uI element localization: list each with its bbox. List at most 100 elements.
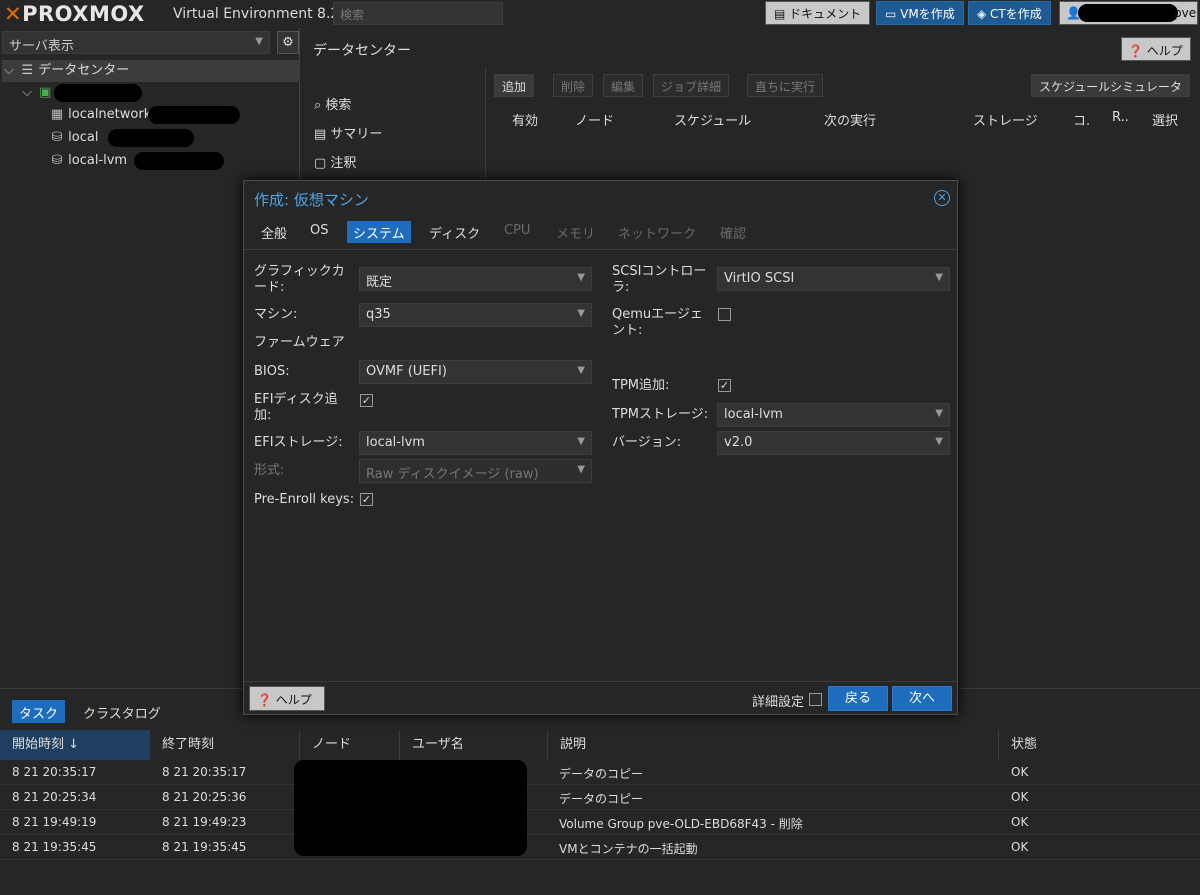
help-button[interactable]: ❓ ヘルプ: [1121, 37, 1191, 61]
cell-end: 8 21 19:49:23: [162, 815, 247, 829]
tree-item-local[interactable]: ⛁ local: [2, 127, 300, 149]
job-detail-button[interactable]: ジョブ詳細: [653, 74, 730, 97]
cell-end: 8 21 20:35:17: [162, 765, 247, 779]
column-header-node[interactable]: ノード: [300, 730, 400, 760]
column-header-description[interactable]: 説明: [548, 730, 999, 760]
remove-button[interactable]: 削除: [553, 74, 594, 97]
format-select[interactable]: Raw ディスクイメージ (raw) ▼: [359, 459, 592, 483]
tpm-checkbox[interactable]: ✓: [718, 379, 731, 392]
tree-item-local-lvm[interactable]: ⛁ local-lvm: [2, 150, 300, 172]
nav-search[interactable]: ⌕ 検索: [314, 94, 351, 113]
tab-disk[interactable]: ディスク: [423, 221, 486, 243]
dialog-title: 作成: 仮想マシン: [254, 191, 369, 209]
cell-start: 8 21 19:35:45: [12, 840, 97, 854]
tab-confirm[interactable]: 確認: [714, 221, 752, 243]
table-row[interactable]: 8 21 20:25:34 8 21 20:25:36 データのコピー OK: [0, 785, 1200, 810]
create-vm-button[interactable]: ▭ VMを作成: [876, 1, 964, 25]
cell-start: 8 21 19:49:19: [12, 815, 97, 829]
column-header-end[interactable]: 終了時刻: [150, 730, 300, 760]
schedule-simulator-button[interactable]: スケジュールシミュレータ: [1031, 74, 1190, 97]
column-header-start[interactable]: 開始時刻 ↓: [0, 730, 150, 760]
run-now-button[interactable]: 直ちに実行: [747, 74, 824, 97]
tab-cluster-log[interactable]: クラスタログ: [76, 700, 168, 723]
close-icon[interactable]: ✕: [934, 190, 950, 206]
graphics-card-label: グラフィックカード:: [254, 264, 345, 295]
tab-os[interactable]: OS: [304, 221, 334, 243]
tpm-version-select[interactable]: v2.0 ▼: [717, 431, 950, 455]
version-label: Virtual Environment 8.2.2: [173, 6, 353, 22]
gear-icon[interactable]: ⚙: [277, 31, 299, 54]
cell-start: 8 21 20:35:17: [12, 765, 97, 779]
collapse-icon: ⌵: [22, 85, 32, 100]
cell-end: 8 21 19:35:45: [162, 840, 247, 854]
chevron-down-icon: ▼: [935, 436, 943, 447]
view-selector[interactable]: サーバ表示 ▼: [2, 31, 270, 54]
column-header[interactable]: 選択: [1152, 110, 1178, 129]
column-header[interactable]: 有効: [512, 110, 538, 129]
bios-select[interactable]: OVMF (UEFI) ▼: [359, 360, 592, 384]
search-input[interactable]: 検索: [333, 2, 503, 25]
node-online-icon: ▣: [38, 85, 52, 100]
tab-memory[interactable]: メモリ: [550, 221, 601, 243]
column-header[interactable]: 次の実行: [824, 110, 876, 129]
page-title: データセンター: [313, 43, 411, 59]
tpm-label: TPM追加:: [612, 378, 670, 393]
user-menu-button[interactable]: 👤 pve: [1059, 1, 1198, 25]
documentation-button[interactable]: ▤ ドキュメント: [765, 1, 871, 25]
efi-storage-label: EFIストレージ:: [254, 435, 343, 450]
tab-cpu[interactable]: CPU: [498, 221, 536, 243]
add-button[interactable]: 追加: [494, 74, 535, 97]
chevron-down-icon: ▼: [935, 408, 943, 419]
tree-label: localnetwork: [68, 107, 152, 122]
cell-status: OK: [1011, 765, 1029, 779]
graphics-card-select[interactable]: 既定 ▼: [359, 267, 592, 291]
tree-item-localnetwork[interactable]: ▦ localnetwork: [2, 104, 300, 126]
cell-description: Volume Group pve-OLD-EBD68F43 - 削除: [559, 817, 803, 831]
column-header[interactable]: コ.: [1073, 110, 1090, 129]
column-header[interactable]: ノード: [575, 110, 614, 129]
tab-general[interactable]: 全般: [255, 221, 293, 243]
user-suffix: pve: [1174, 6, 1197, 20]
tree-item-datacenter[interactable]: ⌵ ☰ データセンター: [2, 60, 300, 82]
cell-description: VMとコンテナの一括起動: [559, 842, 698, 856]
nav-summary[interactable]: ▤ サマリー: [314, 123, 382, 142]
tree-item-node[interactable]: ⌵ ▣: [2, 82, 300, 104]
table-row[interactable]: 8 21 19:49:19 8 21 19:49:23 Volume Group…: [0, 810, 1200, 835]
tab-system[interactable]: システム: [347, 221, 411, 243]
column-header[interactable]: R..: [1112, 110, 1129, 125]
column-header[interactable]: スケジュール: [674, 110, 751, 129]
network-grid-icon: ▦: [50, 107, 64, 122]
qemu-agent-label: Qemuエージェント:: [612, 307, 703, 338]
efi-disk-checkbox[interactable]: ✓: [360, 394, 373, 407]
redacted-node-name: [54, 84, 142, 102]
qemu-agent-checkbox[interactable]: [718, 308, 731, 321]
tab-network[interactable]: ネットワーク: [612, 221, 702, 243]
server-rack-icon: ☰: [21, 63, 33, 78]
question-icon: ❓: [257, 693, 272, 707]
tab-tasks[interactable]: タスク: [12, 700, 66, 723]
back-button[interactable]: 戻る: [828, 686, 888, 711]
question-icon: ❓: [1128, 44, 1143, 58]
advanced-checkbox[interactable]: [809, 693, 822, 706]
pre-enroll-checkbox[interactable]: ✓: [360, 493, 373, 506]
efi-storage-select[interactable]: local-lvm ▼: [359, 431, 592, 455]
cube-icon: ◈: [977, 7, 991, 21]
edit-button[interactable]: 編集: [603, 74, 644, 97]
column-header-user[interactable]: ユーザ名: [400, 730, 548, 760]
dialog-help-button[interactable]: ❓ ヘルプ: [249, 686, 325, 711]
create-vm-dialog: 作成: 仮想マシン ✕ 全般 OS システム ディスク CPU メモリ ネットワ…: [243, 180, 958, 715]
note-icon: ▢: [314, 156, 331, 171]
nav-notes[interactable]: ▢ 注釈: [314, 152, 356, 171]
next-button[interactable]: 次へ: [892, 686, 952, 711]
column-header-status[interactable]: 状態: [999, 730, 1200, 760]
storage-icon: ⛁: [51, 130, 63, 145]
machine-select[interactable]: q35 ▼: [359, 303, 592, 327]
table-row[interactable]: 8 21 19:35:45 8 21 19:35:45 VMとコンテナの一括起動…: [0, 835, 1200, 860]
scsi-controller-select[interactable]: VirtIO SCSI ▼: [717, 267, 950, 291]
tpm-storage-select[interactable]: local-lvm ▼: [717, 403, 950, 427]
chevron-down-icon: ▼: [255, 36, 263, 47]
column-header[interactable]: ストレージ: [973, 110, 1038, 129]
create-ct-button[interactable]: ◈ CTを作成: [968, 1, 1051, 25]
tree-label: local-lvm: [68, 153, 128, 168]
table-row[interactable]: 8 21 20:35:17 8 21 20:35:17 データのコピー OK: [0, 760, 1200, 785]
